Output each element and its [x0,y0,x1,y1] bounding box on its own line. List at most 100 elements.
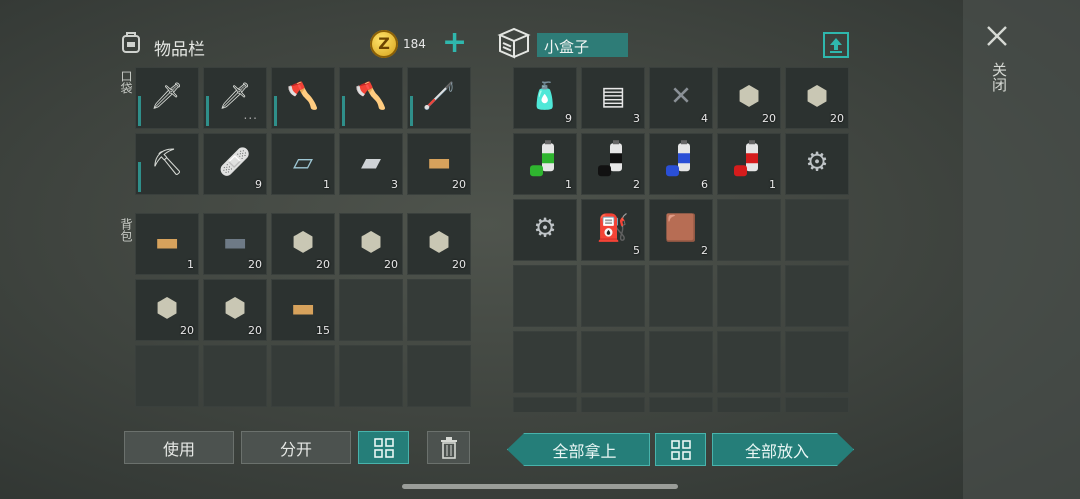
trash-icon [440,436,457,459]
item-count: 1 [565,178,572,191]
empty-slot[interactable] [135,345,199,407]
sort-inventory-button[interactable] [358,431,409,464]
empty-slot[interactable] [581,331,645,393]
empty-slot[interactable] [513,331,577,393]
empty-slot[interactable] [785,397,849,412]
empty-slot[interactable] [407,345,471,407]
item-count: 20 [452,178,466,191]
pickaxe-slot[interactable]: ⛏ [135,133,199,195]
bars-icon: ▤ [600,81,626,112]
plank-icon: ▬ [290,293,316,324]
box-name-field[interactable]: 小盒子 [537,33,628,57]
red-paint-slot[interactable]: 1 [717,133,781,195]
trash-button[interactable] [427,431,470,464]
empty-slot[interactable] [717,397,781,412]
sort-box-button[interactable] [655,433,706,466]
wood-plank-slot[interactable]: ▬ 20 [407,133,471,195]
item-count: 1 [323,178,330,191]
hatchet-2-slot[interactable]: 🪓 [339,67,403,129]
home-indicator[interactable] [402,484,678,489]
upload-icon [830,38,842,53]
metal-sheet-slot[interactable]: ▰ 3 [339,133,403,195]
stone-2-slot[interactable]: ⬢ 20 [785,67,849,129]
nails-icon: ✕ [670,81,692,112]
leather-icon: 🟫 [664,213,698,244]
stone-icon: ⬢ [737,81,761,112]
saw-blade-slot[interactable]: ⚙ [785,133,849,195]
box-icon [497,27,531,59]
plank-icon: ▬ [154,227,180,258]
item-count: 20 [830,112,844,125]
empty-slot[interactable] [203,345,267,407]
stone-5-slot[interactable]: ⬢ 20 [203,279,267,341]
empty-slot[interactable] [581,397,645,412]
leather-slot[interactable]: 🟫 2 [649,199,713,261]
stone-2-slot[interactable]: ⬢ 20 [339,213,403,275]
hatchet-slot[interactable]: 🪓 [271,67,335,129]
empty-slot[interactable] [649,397,713,412]
iron-ingot-slot[interactable]: ▬ 20 [203,213,267,275]
item-count: 20 [384,258,398,271]
durability-bar [138,96,141,126]
serrated-machete-slot[interactable]: 🗡... [203,67,267,129]
glass-slot[interactable]: ▱ 1 [271,133,335,195]
aluminum-bars-slot[interactable]: ▤ 3 [581,67,645,129]
take-all-button[interactable]: 全部拿上 [507,433,650,466]
saw-blade-2-slot[interactable]: ⚙ [513,199,577,261]
stone-4-slot[interactable]: ⬢ 20 [135,279,199,341]
close-button[interactable]: 关闭 [985,24,1011,108]
item-count: 20 [180,324,194,337]
pocket-label: 口袋 [119,70,133,94]
durability-bar [342,96,345,126]
empty-slot[interactable] [785,199,849,261]
use-button[interactable]: 使用 [124,431,234,464]
blue-paint-slot[interactable]: 6 [649,133,713,195]
empty-slot[interactable] [717,199,781,261]
empty-slot[interactable] [407,279,471,341]
item-count: 15 [316,324,330,337]
empty-slot[interactable] [581,265,645,327]
black-paint-slot[interactable]: 2 [581,133,645,195]
item-count: 3 [391,178,398,191]
item-count: 20 [316,258,330,271]
empty-slot[interactable] [785,265,849,327]
empty-slot[interactable] [339,345,403,407]
stone-slot[interactable]: ⬢ 20 [271,213,335,275]
jerry-can-slot[interactable]: ⛽ 5 [581,199,645,261]
nails-slot[interactable]: ✕ 4 [649,67,713,129]
empty-slot[interactable] [649,265,713,327]
glass-sheet-icon: ▱ [293,147,313,178]
empty-slot[interactable] [717,331,781,393]
put-all-button[interactable]: 全部放入 [712,433,854,466]
empty-slot[interactable] [717,265,781,327]
add-coins-button[interactable]: + [442,25,467,60]
backpack-icon [118,29,144,55]
upload-button[interactable] [823,32,849,58]
empty-slot[interactable] [513,265,577,327]
split-button[interactable]: 分开 [241,431,351,464]
stone-3-slot[interactable]: ⬢ 20 [407,213,471,275]
green-paint-slot[interactable]: 1 [513,133,577,195]
empty-slot[interactable] [271,345,335,407]
light-plank-slot[interactable]: ▬ 15 [271,279,335,341]
bandage-slot[interactable]: 🩹 9 [203,133,267,195]
jerry-can-icon: ⛽ [596,213,630,244]
durability-bar [274,96,277,126]
item-count: 2 [633,178,640,191]
empty-slot[interactable] [649,331,713,393]
hatchet-icon: 🪓 [286,81,320,112]
item-count: 9 [255,178,262,191]
empty-slot[interactable] [513,397,577,412]
empty-slot[interactable] [785,331,849,393]
stone-slot[interactable]: ⬢ 20 [717,67,781,129]
empty-slot[interactable] [339,279,403,341]
plank-slot[interactable]: ▬ 1 [135,213,199,275]
item-count: 2 [701,244,708,257]
durability-bar [206,96,209,126]
crowbar-slot[interactable]: 🦯 [407,67,471,129]
water-bottle-slot[interactable]: 🧴 9 [513,67,577,129]
close-label: 关闭 [990,62,1008,92]
machete-slot[interactable]: 🗡 [135,67,199,129]
saw-blade-icon: ⚙ [533,213,557,244]
pickaxe-icon: ⛏ [150,147,184,178]
